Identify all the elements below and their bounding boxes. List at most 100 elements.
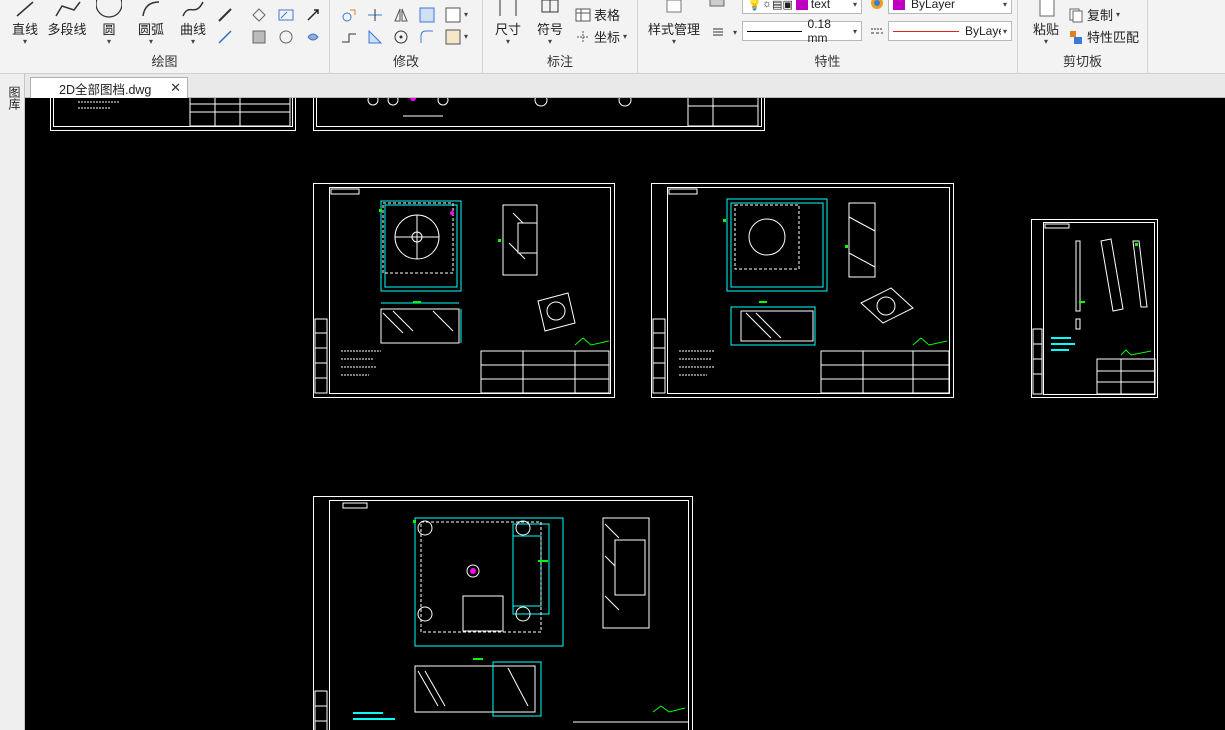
boundary-icon[interactable] [250,28,268,46]
construction-line-icon[interactable] [216,28,234,46]
point-icon[interactable] [304,6,322,24]
explode-icon[interactable] [444,28,462,46]
library-palette-strip[interactable]: 图库 [0,74,25,730]
match-properties-label: 特性匹配 [1087,30,1140,45]
lineweight-list-icon[interactable] [710,23,728,41]
sheet-frame-graphic [313,98,765,131]
line-icon [16,1,34,17]
rotate-icon[interactable] [392,28,410,46]
paste-button[interactable]: 粘贴 ▾ [1026,0,1066,46]
coordinate-button[interactable]: 坐标 ▾ [575,27,627,46]
scale-icon[interactable] [366,28,384,46]
wipeout-icon[interactable] [304,28,322,46]
drawing-sheet[interactable] [313,183,615,398]
drawing-sheet[interactable] [313,98,765,131]
properties-panel: 样式管理 ▾ ▾ 💡 ☼ ▤ ▣ text ▾ 0.18 mm ▾ ByLaye… [638,0,1018,74]
layer-combo[interactable]: 💡 ☼ ▤ ▣ text ▾ [742,0,862,14]
sheet-frame-graphic [651,183,954,398]
style-manager-icon [666,0,682,13]
dimension-button[interactable]: 尺寸 ▾ [491,0,525,46]
layer-color-swatch [795,0,808,10]
coordinate-label: 坐标 [594,30,621,45]
drawing-sheet[interactable] [50,98,296,131]
linetype-combo[interactable]: ByLayer ▾ [888,21,1012,41]
copy-button[interactable]: 复制 ▾ [1068,5,1120,24]
linetype-value: ByLayer [965,24,1001,38]
coordinate-icon [577,30,589,43]
lineweight-value: 0.18 mm [807,17,831,45]
mirror-icon[interactable] [392,6,410,24]
match-properties-icon [1070,30,1082,44]
color-combo[interactable]: ByLayer ▾ [888,0,1012,14]
ribbon: 直线 ▾ 多段线 圆 ▾ 圆弧 ▾ 曲线 ▾ 绘图 ▾ ▾ 修改 尺寸 ▾ 符号… [0,0,1225,74]
circle-tool-button[interactable]: 圆 ▾ [94,0,124,46]
lightbulb-icon: 💡 [747,0,762,11]
modify-panel: ▾ ▾ 修改 [330,0,483,74]
annotate-panel-title: 标注 [546,54,573,69]
sheet-frame-graphic [313,496,693,730]
spline-tool-button[interactable]: 曲线 ▾ [176,0,210,46]
print-icon: ▣ [782,0,793,11]
sun-icon: ☼ [761,0,773,10]
table-button[interactable]: 表格 [575,5,620,24]
library-palette-label: 图库 [7,86,21,110]
region-icon[interactable] [250,6,268,24]
polyline-tool-label: 多段线 [47,22,87,37]
clipboard-panel: 粘贴 ▾ 复制 ▾ 特性匹配 剪切板 [1018,0,1148,74]
gradient-icon[interactable] [277,28,295,46]
line-tool-button[interactable]: 直线 ▾ [8,0,42,46]
match-properties-button[interactable]: 特性匹配 [1068,27,1139,46]
lineweight-combo[interactable]: 0.18 mm ▾ [742,17,862,45]
properties-panel-title: 特性 [814,54,841,69]
style-manager-label: 样式管理 [647,22,700,37]
drawing-sheet[interactable] [1031,219,1158,398]
lock-icon: ▤ [772,0,783,11]
arc-icon [142,1,160,17]
table-icon [575,8,591,21]
stretch-icon[interactable] [340,28,358,46]
circle-icon [96,0,122,18]
linetype-sample [893,30,959,32]
polyline-tool-button[interactable]: 多段线 [44,0,90,38]
draw-panel-title: 绘图 [151,54,178,69]
line-tool-label: 直线 [11,22,38,37]
move-icon[interactable] [340,6,358,24]
clipboard-panel-title: 剪切板 [1062,54,1102,69]
layer-properties-icon[interactable] [708,0,726,12]
dimension-label: 尺寸 [494,22,521,37]
color-swatch [893,0,905,10]
style-manager-button[interactable]: 样式管理 ▾ [644,0,704,46]
symbol-label: 符号 [536,22,563,37]
trim-icon[interactable] [366,6,384,24]
annotate-panel: 尺寸 ▾ 符号 ▾ 表格 坐标 ▾ 标注 [483,0,638,74]
lineweight-sample [747,30,802,32]
copy-label: 复制 [1087,8,1114,23]
document-tab-label: 2D全部图档.dwg [59,82,152,97]
symbol-icon [541,0,559,13]
dimension-icon [499,0,517,16]
copy-icon [1069,8,1083,22]
color-wheel-icon[interactable] [868,0,886,12]
drawing-sheet[interactable] [313,496,693,730]
offset-icon[interactable] [418,6,436,24]
hatch-icon[interactable] [277,6,295,24]
drawing-canvas[interactable] [25,98,1225,730]
modify-panel-title: 修改 [392,54,419,69]
table-label: 表格 [594,8,621,23]
arc-tool-label: 圆弧 [137,22,164,37]
arc-tool-button[interactable]: 圆弧 ▾ [134,0,168,46]
document-tab[interactable]: 2D全部图档.dwg ✕ [30,77,188,98]
cad-application: 直线 ▾ 多段线 圆 ▾ 圆弧 ▾ 曲线 ▾ 绘图 ▾ ▾ 修改 尺寸 ▾ 符号… [0,0,1225,730]
fillet-icon[interactable] [418,28,436,46]
close-icon[interactable]: ✕ [170,80,181,96]
spline-tool-label: 曲线 [179,22,206,37]
pen-icon[interactable] [216,6,234,24]
spline-icon [182,1,204,17]
array-icon[interactable] [444,6,462,24]
circle-tool-label: 圆 [102,22,116,37]
symbol-button[interactable]: 符号 ▾ [533,0,567,46]
drawing-sheet[interactable] [651,183,954,398]
linetype-icon[interactable] [868,23,886,41]
document-tab-bar: 2D全部图档.dwg ✕ [0,74,1225,98]
sheet-frame-graphic [313,183,615,398]
